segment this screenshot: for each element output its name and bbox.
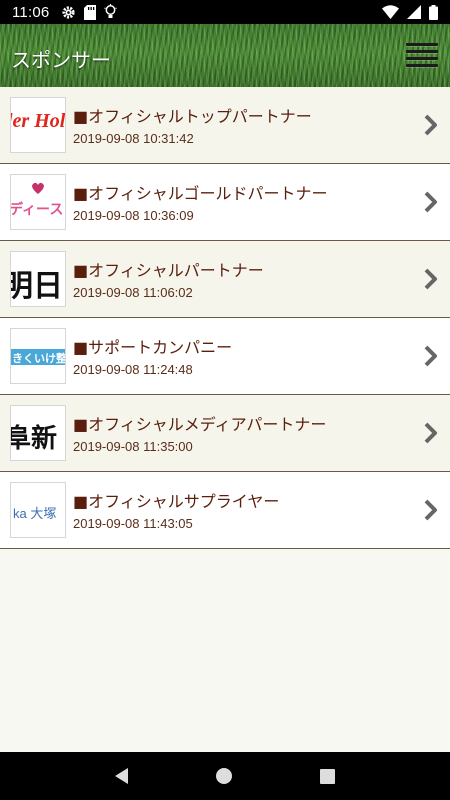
chevron-right-icon: [424, 345, 437, 367]
logo-text: ler Hol: [10, 110, 66, 132]
logo-text: ka 大塚: [13, 506, 57, 521]
sponsor-logo: ler Hol: [10, 97, 66, 153]
sponsor-logo: きくいけ整形: [10, 328, 66, 384]
sponsor-logo: 阜新: [10, 405, 66, 461]
list-item-date: 2019-09-08 11:24:48: [73, 362, 193, 377]
sd-card-icon: [84, 4, 97, 20]
menu-line: [406, 64, 438, 67]
chevron-right-icon: [424, 499, 437, 521]
list-item-date: 2019-09-08 11:43:05: [73, 516, 193, 531]
list-item-title: ■オフィシャルサプライヤー: [73, 492, 280, 511]
signal-icon: [407, 5, 421, 19]
menu-line: [406, 50, 438, 53]
list-item[interactable]: 阜新 ■オフィシャルメディアパートナー 2019-09-08 11:35:00: [0, 395, 450, 472]
wifi-icon: [382, 5, 399, 19]
logo-text: ディース: [10, 202, 64, 218]
system-nav-bar: [0, 752, 450, 800]
chevron-right-icon: [424, 114, 437, 136]
sponsor-logo: ディース: [10, 174, 66, 230]
list-item-title: ■オフィシャルゴールドパートナー: [73, 184, 328, 203]
heart-logo-icon: [32, 182, 44, 194]
status-bar: 11:06: [0, 0, 450, 24]
status-time: 11:06: [12, 3, 50, 21]
gear-icon: [62, 5, 76, 19]
sponsor-list: ler Hol ■オフィシャルトップパートナー 2019-09-08 10:31…: [0, 87, 450, 549]
hamburger-menu-icon[interactable]: [406, 40, 438, 70]
list-item-date: 2019-09-08 10:36:09: [73, 208, 194, 223]
logo-text: きくいけ整形: [12, 352, 66, 365]
logo-text: 阜新: [10, 424, 58, 454]
list-item-title: ■オフィシャルパートナー: [73, 261, 264, 280]
list-item[interactable]: ディース ■オフィシャルゴールドパートナー 2019-09-08 10:36:0…: [0, 164, 450, 241]
lightbulb-icon: [104, 4, 118, 18]
list-item-title: ■サポートカンパニー: [73, 338, 233, 357]
sponsor-logo: ka 大塚: [10, 482, 66, 538]
list-item[interactable]: きくいけ整形 ■サポートカンパニー 2019-09-08 11:24:48: [0, 318, 450, 395]
home-icon[interactable]: [216, 768, 232, 784]
status-left-icons: [61, 4, 118, 20]
recents-icon[interactable]: [320, 768, 335, 784]
chevron-right-icon: [424, 191, 437, 213]
list-item[interactable]: ler Hol ■オフィシャルトップパートナー 2019-09-08 10:31…: [0, 87, 450, 164]
battery-icon: [429, 4, 438, 20]
chevron-right-icon: [424, 268, 437, 290]
list-item-date: 2019-09-08 10:31:42: [73, 131, 194, 146]
menu-line: [406, 43, 438, 46]
list-item[interactable]: ka 大塚 ■オフィシャルサプライヤー 2019-09-08 11:43:05: [0, 472, 450, 549]
status-right-icons: [382, 4, 438, 20]
menu-line: [406, 57, 438, 60]
list-item[interactable]: 明日ナ ■オフィシャルパートナー 2019-09-08 11:06:02: [0, 241, 450, 318]
list-item-title: ■オフィシャルトップパートナー: [73, 107, 312, 126]
sponsor-logo: 明日ナ: [10, 251, 66, 307]
logo-text: 明日ナ: [11, 269, 65, 304]
back-icon[interactable]: [115, 768, 128, 784]
list-item-date: 2019-09-08 11:06:02: [73, 285, 193, 300]
list-item-title: ■オフィシャルメディアパートナー: [73, 415, 327, 434]
page-title: スポンサー: [11, 48, 111, 72]
app-header: スポンサー: [0, 24, 450, 87]
chevron-right-icon: [424, 422, 437, 444]
list-item-date: 2019-09-08 11:35:00: [73, 439, 193, 454]
